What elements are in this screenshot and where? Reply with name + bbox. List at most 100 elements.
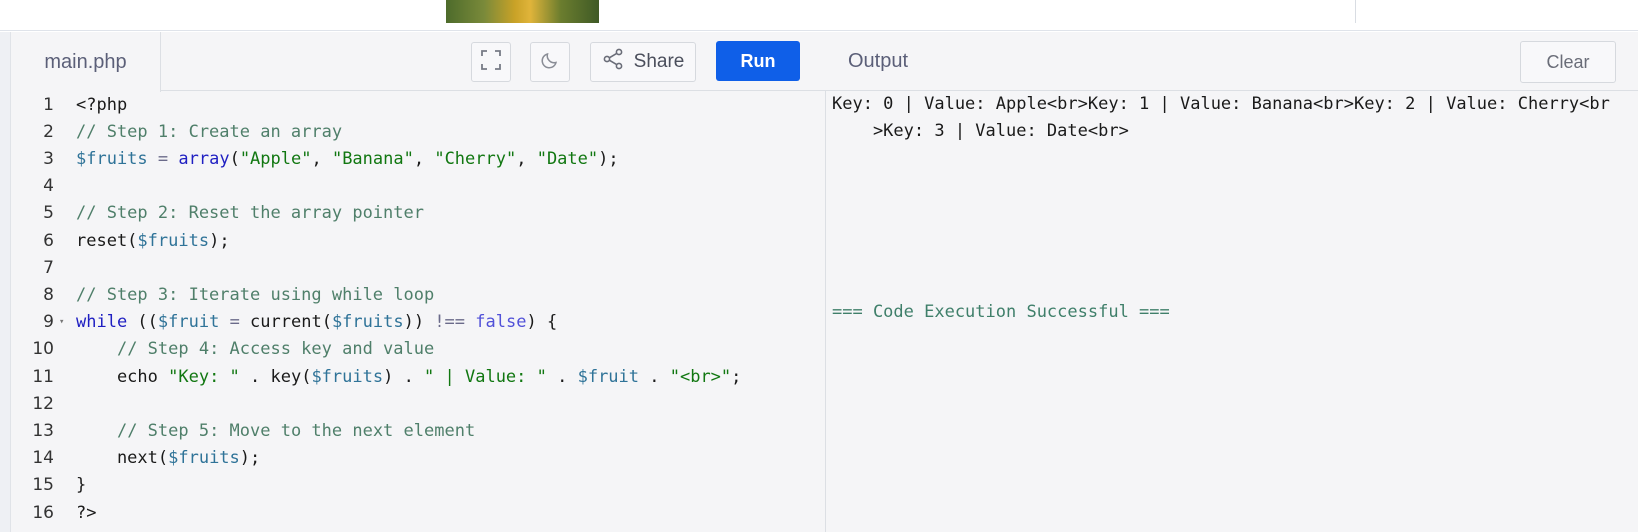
code-token: (( [127,312,158,333]
code-token: ; [731,366,742,387]
code-token: ); [239,448,261,469]
code-token: } [76,475,87,496]
code-token: ( [229,148,240,169]
code-token: // Step 2: Reset the array pointer [76,203,424,224]
theme-toggle-button[interactable] [530,42,570,82]
code-token: "Key: " [168,366,240,387]
code-editor[interactable]: 1 <?php 2 // Step 1: Create an array 3 $fruit… [11,91,826,532]
share-button[interactable]: Share [590,42,696,82]
code-token: echo [76,366,169,387]
code-token: $fruit [157,312,220,333]
ad-image[interactable] [446,0,599,23]
code-token: current( [250,312,332,333]
code-token: array [178,148,230,169]
code-token: $fruits [76,148,148,169]
output-title: Output [848,50,909,72]
code-line[interactable]: 16 ?> [11,499,826,526]
share-icon [602,48,624,76]
editor-header: main.php Share Run [11,32,826,92]
line-number: 3 [43,148,54,169]
code-text: // Step 1: Create an array [76,122,342,142]
code-text: reset($fruits); [76,231,230,251]
code-token: ) { [526,312,558,333]
code-token: $fruit [577,366,640,387]
code-token: $fruits [311,366,384,387]
line-number: 2 [43,121,54,142]
output-header: Output Clear [826,32,1638,91]
line-number: 5 [43,203,54,224]
output-panel: Output Clear Key: 0 | Value: Apple<br>Ke… [826,32,1638,532]
code-token: false [475,312,527,333]
line-number: 7 [43,257,54,278]
line-number: 4 [43,176,54,197]
top-ad-strip [0,0,1638,31]
code-line[interactable]: 12 [11,390,826,417]
left-rail [0,32,11,532]
code-token: )) [403,312,435,333]
editor-panel: main.php Share Run 1 <?php 2 // Step 1: … [11,32,826,532]
code-line[interactable]: 13 // Step 5: Move to the next element [11,417,826,444]
code-line[interactable]: 14 next($fruits); [11,445,826,472]
code-line[interactable]: 9 ▾ while (($fruit = current($fruits)) !==… [11,309,826,336]
line-number: 11 [32,366,54,387]
code-line[interactable]: 3 $fruits = array("Apple", "Banana", "Che… [11,145,826,172]
code-text: while (($fruit = current($fruits)) !== f… [76,312,557,332]
code-text: } [76,475,86,495]
code-line[interactable]: 11 echo "Key: " . key($fruits) . " | Val… [11,363,826,390]
line-number: 9 [43,312,54,333]
code-token: , [413,148,435,169]
code-token: " | Value: " [424,366,547,387]
code-token: = [219,312,251,333]
line-number: 6 [43,230,54,251]
code-token: ); [598,148,619,169]
line-number: 13 [32,420,54,441]
code-token: // Step 4: Access key and value [116,339,435,360]
code-line[interactable]: 8 // Step 3: Iterate using while loop [11,281,826,308]
code-line[interactable]: 5 // Step 2: Reset the array pointer [11,200,826,227]
line-number: 12 [32,393,54,414]
code-line[interactable]: 7 [11,254,826,281]
code-text: // Step 5: Move to the next element [76,421,475,441]
fullscreen-button[interactable] [471,42,511,82]
code-line[interactable]: 2 // Step 1: Create an array [11,118,826,145]
code-token: <?php [76,94,128,115]
code-token: while [76,312,128,333]
clear-button[interactable]: Clear [1520,41,1616,83]
code-line[interactable]: 15} [11,472,826,499]
divider [1355,0,1356,23]
moon-icon [540,50,560,74]
file-tab[interactable]: main.php [11,32,161,92]
code-line[interactable]: 1 <?php [11,91,826,118]
code-text: <?php [76,95,127,115]
code-token: // Step 1: Create an array [76,121,343,142]
run-button[interactable]: Run [716,41,800,81]
code-line[interactable]: 6 reset($fruits); [11,227,826,254]
code-token: reset( [76,230,138,251]
code-token: , [311,148,332,169]
code-token: . key( [239,366,312,387]
output-line: Key: 0 | Value: Apple<br>Key: 1 | Value:… [832,94,1610,114]
code-line[interactable]: 10 // Step 4: Access key and value [11,336,826,363]
line-number: 8 [43,284,54,305]
code-token: $fruits [168,448,240,469]
line-number: 1 [43,94,54,115]
code-token: "<br>" [669,366,732,387]
code-text: // Step 3: Iterate using while loop [76,285,434,305]
code-token: "Banana" [331,148,414,169]
code-token: . [546,366,578,387]
code-token: !== [434,312,466,333]
code-token: next( [76,448,169,469]
output-line: >Key: 3 | Value: Date<br> [832,121,1129,141]
line-number: 10 [32,339,54,360]
code-token: $fruits [137,230,210,251]
code-text: next($fruits); [76,448,260,468]
code-text: $fruits = array("Apple", "Banana", "Cher… [76,149,619,169]
line-number: 14 [32,448,54,469]
code-text: echo "Key: " . key($fruits) . " | Value:… [76,367,741,387]
code-token: $fruits [331,312,404,333]
code-text: // Step 4: Access key and value [76,339,434,359]
fold-arrow-icon[interactable]: ▾ [56,317,76,327]
code-text: ?> [76,503,96,523]
code-line[interactable]: 4 [11,173,826,200]
